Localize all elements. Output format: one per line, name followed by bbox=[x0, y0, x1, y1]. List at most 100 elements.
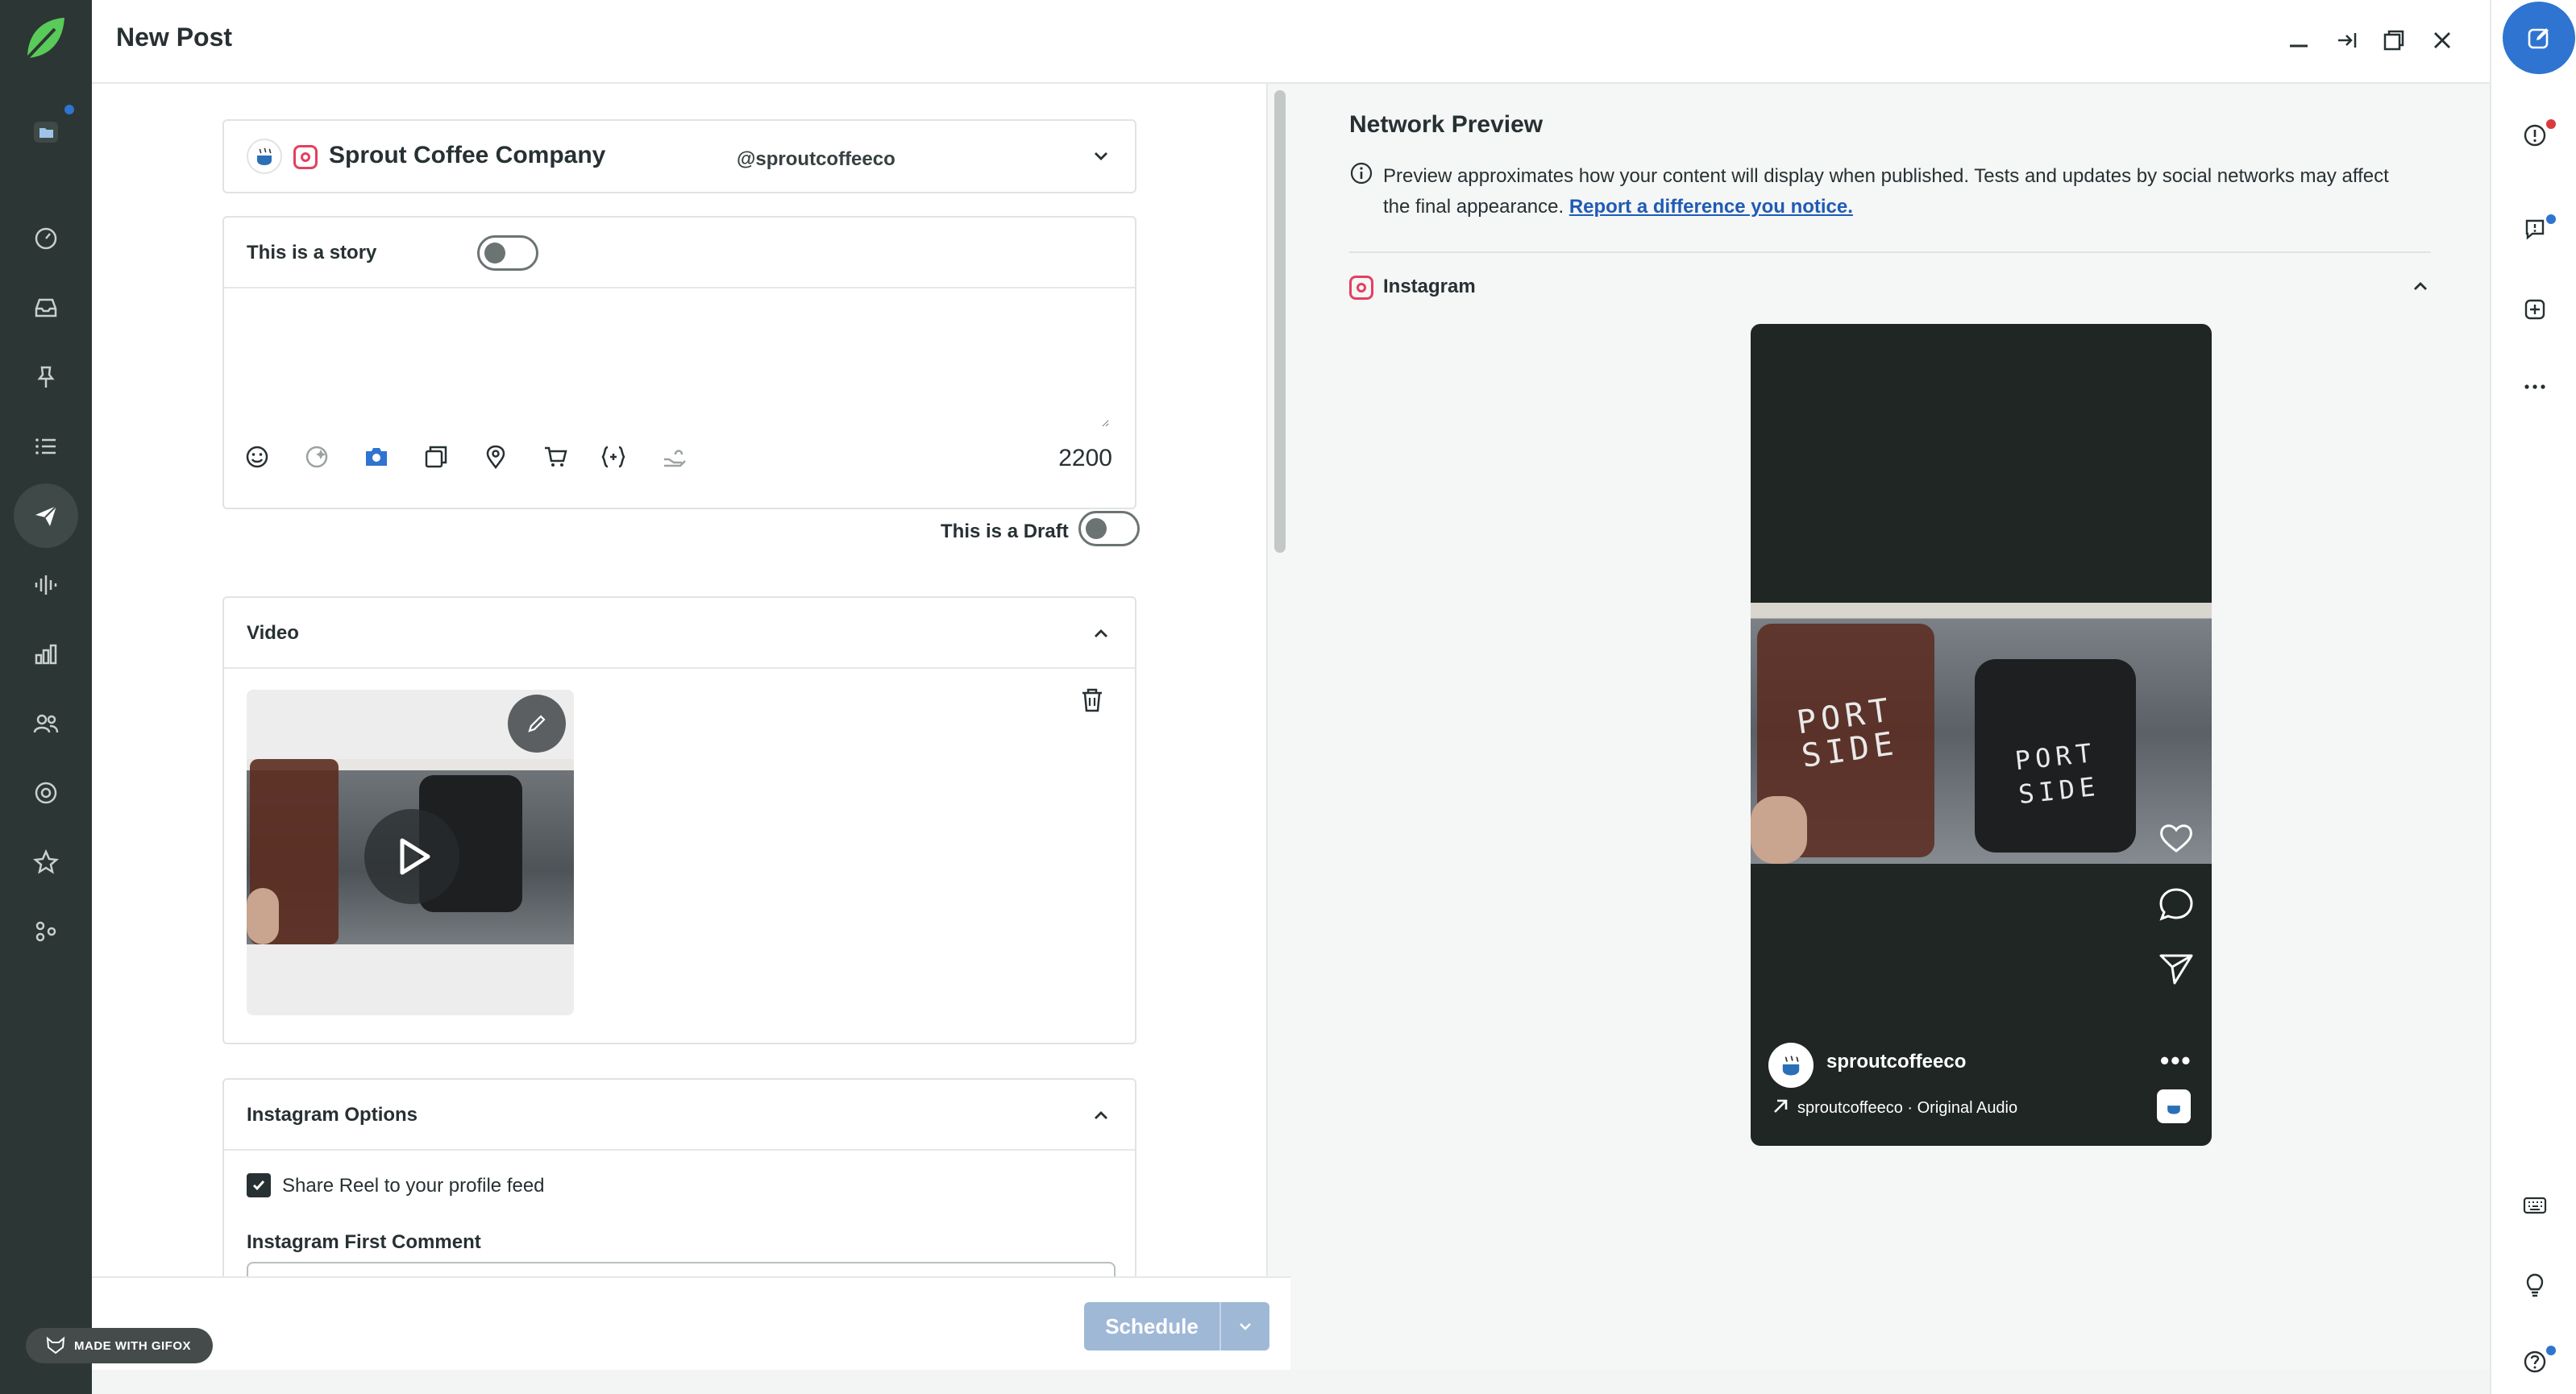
right-rail bbox=[2490, 0, 2576, 1394]
tasks-list-icon[interactable] bbox=[14, 414, 78, 479]
arrow-up-right-icon bbox=[1774, 1099, 1788, 1113]
schedule-button[interactable]: Schedule bbox=[1084, 1302, 1219, 1350]
message-editor: This is a story 2200 bbox=[222, 216, 1136, 509]
report-difference-link[interactable]: Report a difference you notice. bbox=[1569, 196, 1853, 218]
page-title: New Post bbox=[116, 23, 233, 52]
location-icon[interactable] bbox=[479, 440, 513, 474]
chevron-down-icon bbox=[1240, 1323, 1251, 1330]
reel-audio-label: sproutcoffeeco · Original Audio bbox=[1797, 1099, 2018, 1117]
emoji-icon[interactable] bbox=[240, 440, 274, 474]
instagram-options-header[interactable]: Instagram Options bbox=[224, 1080, 1135, 1151]
instagram-icon bbox=[1349, 276, 1373, 300]
preview-title: Network Preview bbox=[1349, 111, 1544, 138]
camera-icon[interactable] bbox=[359, 440, 393, 474]
story-toggle[interactable] bbox=[477, 235, 538, 271]
composer-pane: Sprout Coffee Company @sproutcoffeeco Th… bbox=[92, 84, 1266, 1276]
reel-account-avatar bbox=[1768, 1043, 1814, 1088]
instagram-reel-preview: PORT SIDE PORT SIDE sproutcoffeeco ••• spr… bbox=[1751, 324, 2212, 1146]
add-icon[interactable] bbox=[2519, 293, 2551, 326]
ai-assist-icon[interactable] bbox=[300, 440, 334, 474]
lightbulb-icon[interactable] bbox=[2519, 1268, 2551, 1301]
profile-avatar bbox=[247, 139, 282, 174]
keyboard-icon[interactable] bbox=[2519, 1189, 2551, 1222]
comment-icon bbox=[2157, 885, 2196, 923]
people-icon[interactable] bbox=[14, 691, 78, 756]
gifox-fox-icon bbox=[46, 1336, 65, 1355]
draft-toggle[interactable] bbox=[1078, 511, 1140, 546]
help-notification-dot bbox=[2546, 1346, 2556, 1355]
compose-icon[interactable] bbox=[2503, 2, 2575, 74]
share-reel-label: Share Reel to your profile feed bbox=[282, 1175, 545, 1197]
left-nav bbox=[0, 0, 92, 1394]
dashboard-icon[interactable] bbox=[14, 206, 78, 271]
messages-notification-dot bbox=[2546, 214, 2556, 224]
reports-icon[interactable] bbox=[14, 622, 78, 687]
info-icon bbox=[1350, 162, 1373, 185]
hand bbox=[1751, 796, 1807, 864]
first-comment-input[interactable] bbox=[247, 1262, 1116, 1276]
network-preview-pane: Network Preview Preview approximates how… bbox=[1290, 84, 2490, 1370]
draft-label: This is a Draft bbox=[941, 521, 1069, 542]
minimize-icon[interactable] bbox=[2279, 21, 2318, 60]
hand-icon[interactable] bbox=[656, 440, 690, 474]
gifox-watermark: MADE WITH GIFOX bbox=[26, 1328, 213, 1363]
preview-network-label: Instagram bbox=[1383, 276, 1476, 297]
shopping-icon[interactable] bbox=[538, 440, 572, 474]
support-icon[interactable] bbox=[14, 761, 78, 825]
alert-notification-dot bbox=[2546, 119, 2556, 129]
heart-icon bbox=[2157, 819, 2196, 857]
video-section-header[interactable]: Video bbox=[224, 598, 1135, 669]
share-reel-checkbox[interactable] bbox=[247, 1173, 271, 1197]
preview-disclaimer: Preview approximates how your content wi… bbox=[1383, 161, 2415, 222]
video-thumbnail[interactable] bbox=[247, 690, 574, 1015]
listening-icon[interactable] bbox=[14, 553, 78, 617]
inbox-icon[interactable] bbox=[14, 276, 78, 340]
collapse-icon[interactable] bbox=[2328, 21, 2366, 60]
reviews-star-icon[interactable] bbox=[14, 830, 78, 894]
integrations-icon[interactable] bbox=[14, 899, 78, 964]
composer-scrollbar[interactable] bbox=[1266, 84, 1290, 1276]
instagram-options-title: Instagram Options bbox=[247, 1104, 418, 1126]
chevron-up-icon[interactable] bbox=[1090, 1104, 1112, 1126]
composer-footer: Schedule bbox=[92, 1276, 1290, 1370]
folder-notification-dot bbox=[64, 105, 74, 114]
popout-icon[interactable] bbox=[2374, 21, 2413, 60]
story-row: This is a story bbox=[224, 218, 1135, 288]
reel-video-frame: PORT SIDE PORT SIDE bbox=[1751, 603, 2212, 864]
chevron-down-icon[interactable] bbox=[1090, 145, 1112, 168]
play-icon[interactable] bbox=[364, 809, 459, 904]
publishing-send-icon[interactable] bbox=[14, 483, 78, 548]
trash-icon[interactable] bbox=[1078, 687, 1106, 714]
variables-icon[interactable] bbox=[596, 440, 630, 474]
share-icon bbox=[2157, 949, 2196, 988]
gallery-icon[interactable] bbox=[419, 440, 453, 474]
first-comment-label: Instagram First Comment bbox=[247, 1231, 481, 1253]
instagram-icon bbox=[293, 145, 318, 169]
checkmark-icon bbox=[252, 1180, 265, 1191]
port-side-mug-print: PORT SIDE bbox=[2013, 736, 2101, 811]
new-post-window: New Post Sprout Coffee Company @sproutco… bbox=[92, 0, 2490, 1394]
audio-thumbnail bbox=[2157, 1089, 2191, 1123]
instagram-options-section: Instagram Options Share Reel to your pro… bbox=[222, 1078, 1136, 1276]
reel-account-name: sproutcoffeeco bbox=[1826, 1051, 1967, 1072]
pin-icon[interactable] bbox=[14, 345, 78, 409]
close-icon[interactable] bbox=[2423, 21, 2462, 60]
chevron-up-icon[interactable] bbox=[1090, 622, 1112, 645]
schedule-button-group[interactable]: Schedule bbox=[1084, 1302, 1269, 1350]
sprout-logo[interactable] bbox=[23, 15, 68, 63]
story-label: This is a story bbox=[247, 242, 377, 263]
video-section: Video bbox=[222, 596, 1136, 1044]
chevron-up-icon[interactable] bbox=[2408, 274, 2433, 298]
character-count: 2200 bbox=[1058, 445, 1112, 471]
scrollbar-thumb[interactable] bbox=[1274, 90, 1286, 553]
edit-pencil-icon[interactable] bbox=[508, 695, 566, 753]
schedule-options-button[interactable] bbox=[1219, 1302, 1269, 1350]
preview-disclaimer-text: Preview approximates how your content wi… bbox=[1383, 165, 2389, 218]
port-side-print: PORT SIDE bbox=[1794, 691, 1901, 775]
divider bbox=[1349, 251, 2431, 253]
more-icon[interactable] bbox=[2519, 371, 2551, 403]
message-input[interactable] bbox=[247, 298, 1109, 427]
window-bottom-edge bbox=[92, 1370, 2490, 1394]
profile-selector[interactable]: Sprout Coffee Company @sproutcoffeeco bbox=[222, 119, 1136, 193]
window-header: New Post bbox=[92, 0, 2490, 84]
